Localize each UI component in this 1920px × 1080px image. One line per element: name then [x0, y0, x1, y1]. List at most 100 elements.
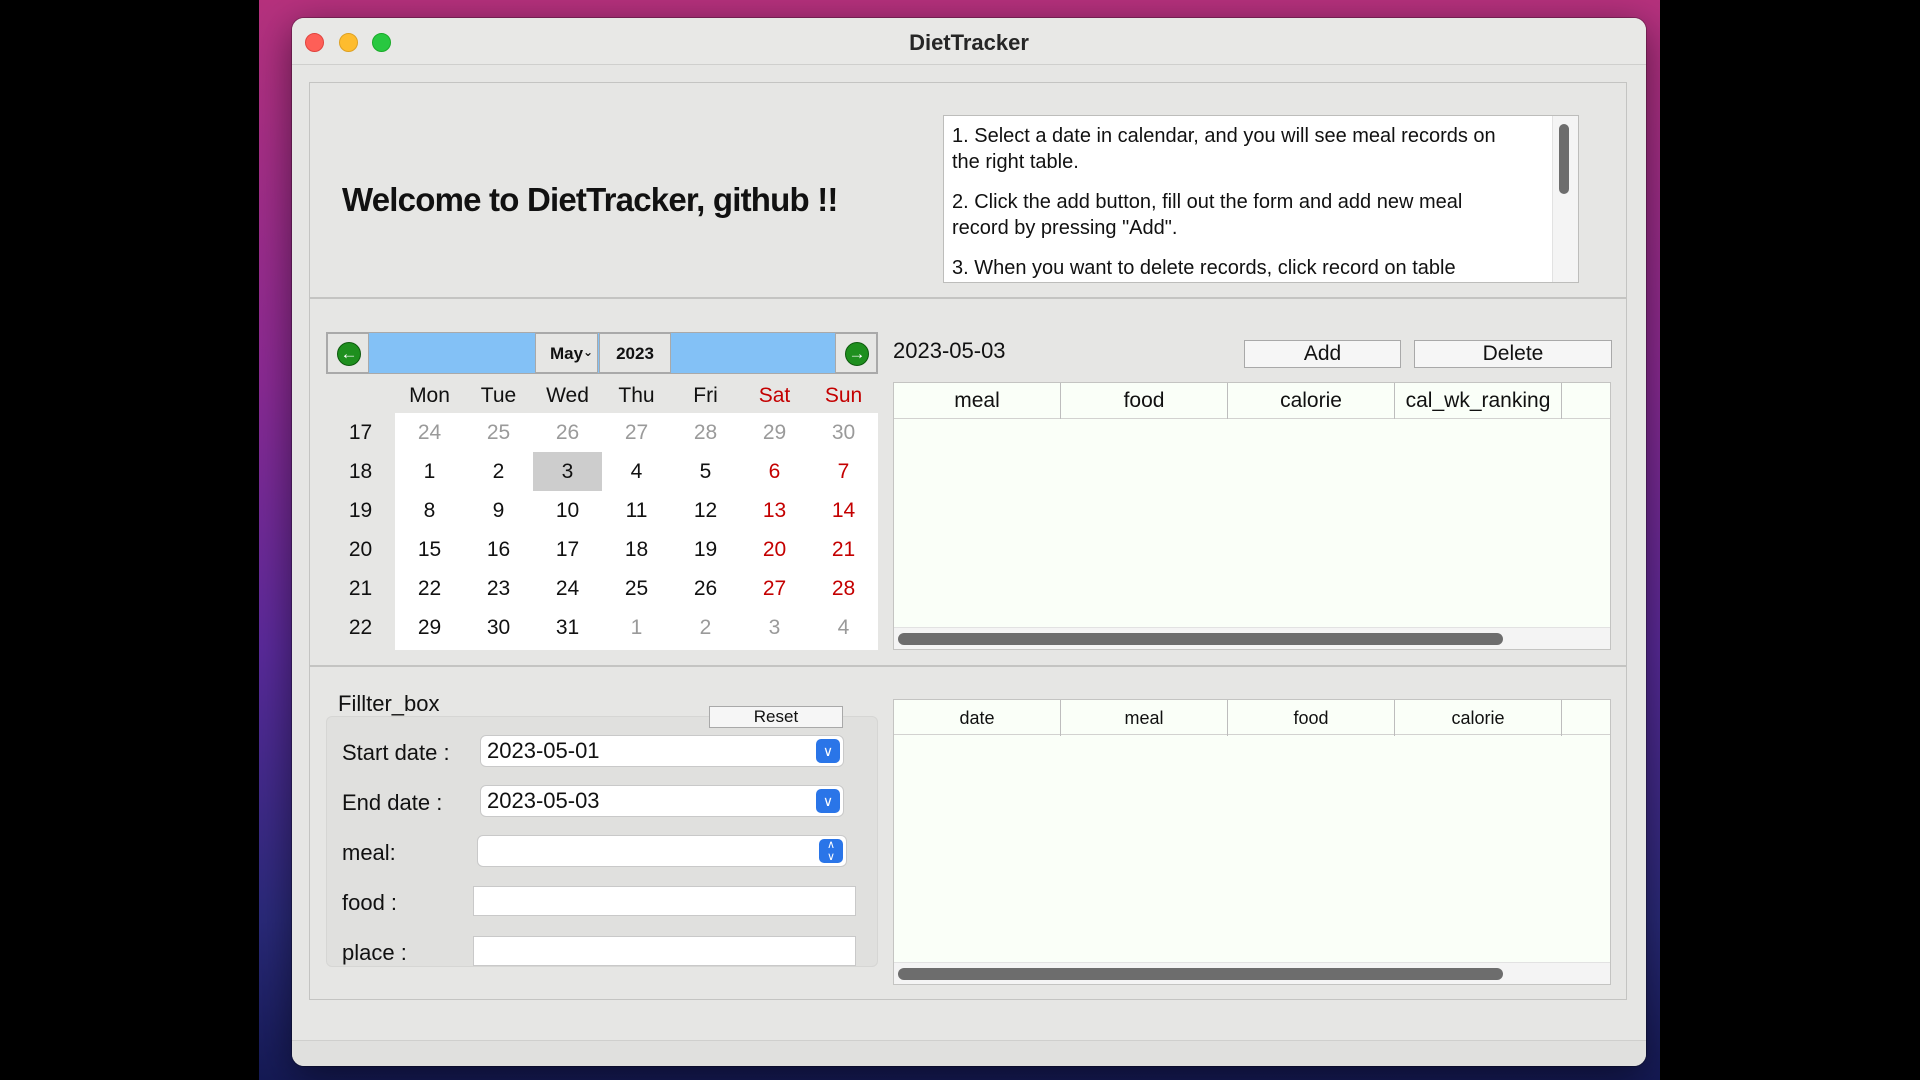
month-label: May [549, 344, 584, 363]
instructions-scroll-thumb[interactable] [1559, 124, 1569, 194]
calendar-day[interactable]: 16 [464, 530, 533, 569]
instruction-1: 1. Select a date in calendar, and you wi… [952, 125, 1496, 173]
calendar-day[interactable]: 30 [809, 413, 878, 452]
calendar-day[interactable]: 3 [740, 608, 809, 647]
food-input[interactable] [473, 886, 856, 916]
calendar-day[interactable]: 19 [671, 530, 740, 569]
calendar-day[interactable]: 30 [464, 608, 533, 647]
reset-button[interactable]: Reset [709, 706, 843, 728]
calendar-day[interactable]: 3 [533, 452, 602, 491]
weekday-mon: Mon [409, 384, 450, 407]
week-number: 22 [348, 616, 373, 639]
calendar-day[interactable]: 21 [809, 530, 878, 569]
calendar-day[interactable]: 20 [740, 530, 809, 569]
calendar-day[interactable]: 15 [395, 530, 464, 569]
calendar-day[interactable]: 24 [533, 569, 602, 608]
calendar-day[interactable]: 25 [602, 569, 671, 608]
delete-button[interactable]: Delete [1414, 340, 1612, 368]
week-number: 18 [348, 460, 373, 483]
week-number: 19 [348, 499, 373, 522]
food-label: food : [342, 890, 398, 915]
records-horizontal-scrollbar[interactable] [894, 627, 1610, 649]
instructions-scrollbar[interactable] [1552, 116, 1578, 282]
calendar-day[interactable]: 22 [395, 569, 464, 608]
next-month-button[interactable]: → [835, 333, 877, 373]
calendar-day[interactable]: 2 [464, 452, 533, 491]
calendar-day[interactable]: 10 [533, 491, 602, 530]
window-title: DietTracker [909, 30, 1029, 55]
up-down-chevron-icon[interactable]: ∧ ∨ [819, 839, 843, 863]
place-label: place : [342, 940, 407, 965]
column-header-meal[interactable]: meal [894, 383, 1061, 419]
end-date-label: End date : [342, 790, 443, 815]
arrow-right-icon: → [845, 342, 869, 366]
title-bar: DietTracker [292, 18, 1646, 65]
calendar-day[interactable]: 1 [602, 608, 671, 647]
month-selector[interactable]: May ⌄ [535, 333, 598, 373]
column-header-cal-wk-ranking[interactable]: cal_wk_ranking [1395, 383, 1562, 419]
calendar-day[interactable]: 26 [671, 569, 740, 608]
calendar-day[interactable]: 18 [602, 530, 671, 569]
calendar-day[interactable]: 6 [740, 452, 809, 491]
instructions-box[interactable]: 1. Select a date in calendar, and you wi… [943, 115, 1579, 283]
calendar-day[interactable]: 24 [395, 413, 464, 452]
filter-results-table[interactable]: date meal food calorie [893, 699, 1611, 985]
records-scroll-thumb[interactable] [898, 633, 1503, 645]
filter-box-title: Fillter_box [338, 691, 440, 716]
calendar-day[interactable]: 25 [464, 413, 533, 452]
weekday-fri: Fri [693, 384, 718, 407]
calendar-day[interactable]: 28 [671, 413, 740, 452]
calendar-day[interactable]: 11 [602, 491, 671, 530]
chevron-down-icon: ⌄ [582, 345, 593, 359]
calendar-day[interactable]: 13 [740, 491, 809, 530]
chevron-down-icon[interactable]: ∨ [816, 789, 840, 813]
calendar-day[interactable]: 14 [809, 491, 878, 530]
calendar-day[interactable]: 26 [533, 413, 602, 452]
calendar-day[interactable]: 17 [533, 530, 602, 569]
week-number: 20 [348, 538, 373, 561]
records-table-header: meal food calorie cal_wk_ranking [894, 383, 1610, 419]
calendar-day[interactable]: 29 [395, 608, 464, 647]
calendar-day[interactable]: 4 [602, 452, 671, 491]
column-header-date[interactable]: date [894, 700, 1061, 736]
place-input[interactable] [473, 936, 856, 966]
selected-date-label: 2023-05-03 [893, 338, 1006, 363]
weekday-sat: Sat [758, 384, 791, 407]
calendar-day[interactable]: 7 [809, 452, 878, 491]
calendar-day[interactable]: 9 [464, 491, 533, 530]
calendar-day[interactable]: 29 [740, 413, 809, 452]
column-header-calorie[interactable]: calorie [1395, 700, 1562, 736]
column-header-food[interactable]: food [1228, 700, 1395, 736]
calendar-day[interactable]: 4 [809, 608, 878, 647]
calendar-day[interactable]: 31 [533, 608, 602, 647]
calendar-day[interactable]: 8 [395, 491, 464, 530]
column-header-meal[interactable]: meal [1061, 700, 1228, 736]
start-date-field[interactable]: 2023-05-01 ∨ [480, 735, 844, 767]
calendar-day[interactable]: 5 [671, 452, 740, 491]
filter-table-header: date meal food calorie [894, 700, 1610, 736]
meal-label: meal: [342, 840, 396, 865]
app-window: DietTracker Welcome to DietTracker, gith… [292, 18, 1646, 1066]
calendar-day[interactable]: 1 [395, 452, 464, 491]
calendar-day[interactable]: 28 [809, 569, 878, 608]
filter-scroll-thumb[interactable] [898, 968, 1503, 980]
week-number: 17 [348, 421, 373, 444]
weekday-wed: Wed [546, 384, 589, 407]
end-date-field[interactable]: 2023-05-03 ∨ [480, 785, 844, 817]
column-header-calorie[interactable]: calorie [1228, 383, 1395, 419]
calendar-day[interactable]: 27 [740, 569, 809, 608]
previous-month-button[interactable]: ← [327, 333, 369, 373]
chevron-down-icon[interactable]: ∨ [816, 739, 840, 763]
calendar-day[interactable]: 2 [671, 608, 740, 647]
records-table[interactable]: meal food calorie cal_wk_ranking [893, 382, 1611, 650]
column-header-food[interactable]: food [1061, 383, 1228, 419]
calendar-day[interactable]: 23 [464, 569, 533, 608]
calendar-day[interactable]: 12 [671, 491, 740, 530]
filter-horizontal-scrollbar[interactable] [894, 962, 1610, 984]
meal-select[interactable]: ∧ ∨ [477, 835, 847, 867]
add-button[interactable]: Add [1244, 340, 1401, 368]
calendar-day[interactable]: 27 [602, 413, 671, 452]
instruction-3: 3. When you want to delete records, clic… [952, 257, 1456, 279]
week-number: 21 [348, 577, 373, 600]
year-selector[interactable]: 2023 [599, 333, 671, 373]
